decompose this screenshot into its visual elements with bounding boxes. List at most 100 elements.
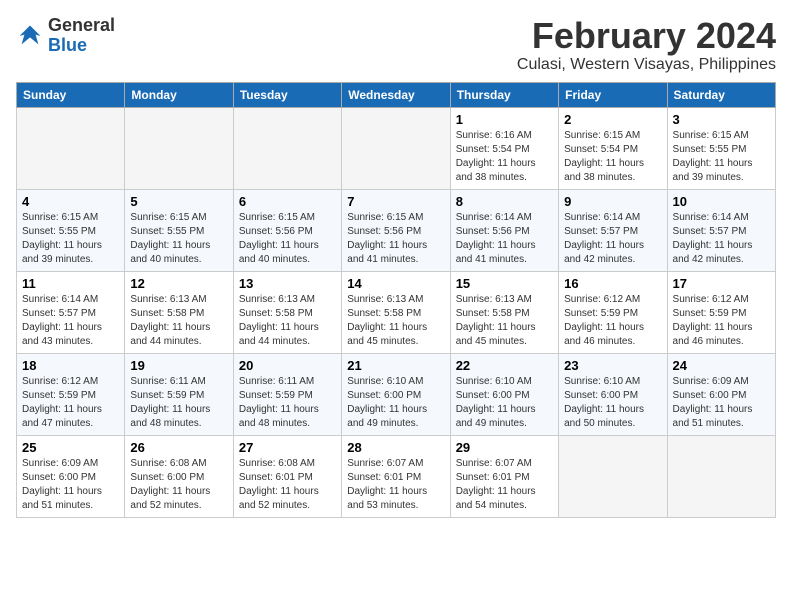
calendar-cell: 18 Sunrise: 6:12 AMSunset: 5:59 PMDayligh…: [17, 353, 125, 435]
calendar-cell: 1 Sunrise: 6:16 AMSunset: 5:54 PMDaylight…: [450, 107, 558, 189]
calendar-cell: 19 Sunrise: 6:11 AMSunset: 5:59 PMDayligh…: [125, 353, 233, 435]
day-info: Sunrise: 6:15 AMSunset: 5:56 PMDaylight:…: [347, 211, 444, 267]
day-info: Sunrise: 6:13 AMSunset: 5:58 PMDaylight:…: [347, 293, 444, 349]
calendar-cell: 20Sunrise: 6:11 AMSunset: 5:59 PMDayligh…: [233, 353, 341, 435]
weekday-header-thursday: Thursday: [450, 82, 558, 107]
day-info: Sunrise: 6:15 AMSunset: 5:56 PMDaylight:…: [239, 211, 336, 267]
weekday-header-sunday: Sunday: [17, 82, 125, 107]
calendar-cell: 14 Sunrise: 6:13 AMSunset: 5:58 PMDayligh…: [342, 271, 450, 353]
day-info: Sunrise: 6:15 AMSunset: 5:55 PMDaylight:…: [130, 211, 227, 267]
calendar-cell: 22 Sunrise: 6:10 AMSunset: 6:00 PMDayligh…: [450, 353, 558, 435]
calendar-cell: 8Sunrise: 6:14 AMSunset: 5:56 PMDaylight…: [450, 189, 558, 271]
calendar-week-5: 25 Sunrise: 6:09 AMSunset: 6:00 PMDayligh…: [17, 435, 776, 517]
day-number: 29: [456, 440, 553, 455]
day-info: Sunrise: 6:13 AMSunset: 5:58 PMDaylight:…: [239, 293, 336, 349]
calendar-cell: 26 Sunrise: 6:08 AMSunset: 6:00 PMDayligh…: [125, 435, 233, 517]
calendar-week-4: 18 Sunrise: 6:12 AMSunset: 5:59 PMDayligh…: [17, 353, 776, 435]
calendar-week-3: 11Sunrise: 6:14 AMSunset: 5:57 PMDayligh…: [17, 271, 776, 353]
calendar-cell: [667, 435, 775, 517]
weekday-header-monday: Monday: [125, 82, 233, 107]
calendar-cell: [125, 107, 233, 189]
calendar-cell: 13 Sunrise: 6:13 AMSunset: 5:58 PMDayligh…: [233, 271, 341, 353]
day-info: Sunrise: 6:10 AMSunset: 6:00 PMDaylight:…: [456, 375, 553, 431]
day-number: 2: [564, 112, 661, 127]
logo-bird-icon: [16, 22, 44, 50]
day-number: 12: [130, 276, 227, 291]
day-number: 11: [22, 276, 119, 291]
weekday-header-friday: Friday: [559, 82, 667, 107]
day-number: 19: [130, 358, 227, 373]
day-info: Sunrise: 6:09 AMSunset: 6:00 PMDaylight:…: [22, 457, 119, 513]
day-info: Sunrise: 6:09 AMSunset: 6:00 PMDaylight:…: [673, 375, 770, 431]
day-number: 26: [130, 440, 227, 455]
calendar-header-row: SundayMondayTuesdayWednesdayThursdayFrid…: [17, 82, 776, 107]
day-info: Sunrise: 6:12 AMSunset: 5:59 PMDaylight:…: [564, 293, 661, 349]
calendar-cell: 25 Sunrise: 6:09 AMSunset: 6:00 PMDayligh…: [17, 435, 125, 517]
day-info: Sunrise: 6:14 AMSunset: 5:57 PMDaylight:…: [673, 211, 770, 267]
calendar-week-2: 4 Sunrise: 6:15 AMSunset: 5:55 PMDaylight…: [17, 189, 776, 271]
day-info: Sunrise: 6:07 AMSunset: 6:01 PMDaylight:…: [347, 457, 444, 513]
day-number: 28: [347, 440, 444, 455]
day-number: 17: [673, 276, 770, 291]
calendar-cell: 23Sunrise: 6:10 AMSunset: 6:00 PMDayligh…: [559, 353, 667, 435]
calendar-cell: 10 Sunrise: 6:14 AMSunset: 5:57 PMDayligh…: [667, 189, 775, 271]
logo: General Blue: [16, 16, 115, 56]
day-info: Sunrise: 6:13 AMSunset: 5:58 PMDaylight:…: [456, 293, 553, 349]
day-number: 1: [456, 112, 553, 127]
calendar-cell: 29 Sunrise: 6:07 AMSunset: 6:01 PMDayligh…: [450, 435, 558, 517]
day-number: 3: [673, 112, 770, 127]
calendar-cell: [559, 435, 667, 517]
logo-general: General: [48, 15, 115, 35]
calendar-cell: 7Sunrise: 6:15 AMSunset: 5:56 PMDaylight…: [342, 189, 450, 271]
day-info: Sunrise: 6:15 AMSunset: 5:54 PMDaylight:…: [564, 129, 661, 185]
calendar-cell: [233, 107, 341, 189]
calendar-cell: 16 Sunrise: 6:12 AMSunset: 5:59 PMDayligh…: [559, 271, 667, 353]
calendar-cell: 21Sunrise: 6:10 AMSunset: 6:00 PMDayligh…: [342, 353, 450, 435]
day-info: Sunrise: 6:11 AMSunset: 5:59 PMDaylight:…: [130, 375, 227, 431]
day-number: 15: [456, 276, 553, 291]
calendar-cell: 27 Sunrise: 6:08 AMSunset: 6:01 PMDayligh…: [233, 435, 341, 517]
day-number: 27: [239, 440, 336, 455]
calendar-cell: 28 Sunrise: 6:07 AMSunset: 6:01 PMDayligh…: [342, 435, 450, 517]
day-number: 14: [347, 276, 444, 291]
day-info: Sunrise: 6:11 AMSunset: 5:59 PMDaylight:…: [239, 375, 336, 431]
page-header: General Blue February 2024 Culasi, Weste…: [16, 16, 776, 74]
day-number: 18: [22, 358, 119, 373]
day-number: 22: [456, 358, 553, 373]
day-info: Sunrise: 6:16 AMSunset: 5:54 PMDaylight:…: [456, 129, 553, 185]
location-subtitle: Culasi, Western Visayas, Philippines: [517, 56, 776, 74]
logo-text: General Blue: [48, 16, 115, 56]
calendar-cell: [342, 107, 450, 189]
day-number: 16: [564, 276, 661, 291]
calendar-cell: 12Sunrise: 6:13 AMSunset: 5:58 PMDayligh…: [125, 271, 233, 353]
day-info: Sunrise: 6:15 AMSunset: 5:55 PMDaylight:…: [22, 211, 119, 267]
day-number: 9: [564, 194, 661, 209]
weekday-header-saturday: Saturday: [667, 82, 775, 107]
calendar-cell: 24Sunrise: 6:09 AMSunset: 6:00 PMDayligh…: [667, 353, 775, 435]
day-info: Sunrise: 6:12 AMSunset: 5:59 PMDaylight:…: [22, 375, 119, 431]
logo-blue: Blue: [48, 35, 87, 55]
day-info: Sunrise: 6:08 AMSunset: 6:00 PMDaylight:…: [130, 457, 227, 513]
weekday-header-tuesday: Tuesday: [233, 82, 341, 107]
day-number: 13: [239, 276, 336, 291]
day-info: Sunrise: 6:07 AMSunset: 6:01 PMDaylight:…: [456, 457, 553, 513]
calendar-week-1: 1 Sunrise: 6:16 AMSunset: 5:54 PMDaylight…: [17, 107, 776, 189]
calendar-cell: 6 Sunrise: 6:15 AMSunset: 5:56 PMDaylight…: [233, 189, 341, 271]
day-info: Sunrise: 6:08 AMSunset: 6:01 PMDaylight:…: [239, 457, 336, 513]
day-number: 6: [239, 194, 336, 209]
calendar-cell: 17 Sunrise: 6:12 AMSunset: 5:59 PMDayligh…: [667, 271, 775, 353]
day-number: 4: [22, 194, 119, 209]
calendar-cell: 9 Sunrise: 6:14 AMSunset: 5:57 PMDaylight…: [559, 189, 667, 271]
day-info: Sunrise: 6:10 AMSunset: 6:00 PMDaylight:…: [564, 375, 661, 431]
day-number: 10: [673, 194, 770, 209]
month-year-title: February 2024: [517, 16, 776, 56]
day-info: Sunrise: 6:10 AMSunset: 6:00 PMDaylight:…: [347, 375, 444, 431]
day-number: 8: [456, 194, 553, 209]
day-number: 25: [22, 440, 119, 455]
day-number: 5: [130, 194, 227, 209]
day-info: Sunrise: 6:14 AMSunset: 5:57 PMDaylight:…: [564, 211, 661, 267]
day-info: Sunrise: 6:12 AMSunset: 5:59 PMDaylight:…: [673, 293, 770, 349]
calendar-cell: 3Sunrise: 6:15 AMSunset: 5:55 PMDaylight…: [667, 107, 775, 189]
calendar-table: SundayMondayTuesdayWednesdayThursdayFrid…: [16, 82, 776, 518]
calendar-cell: 4 Sunrise: 6:15 AMSunset: 5:55 PMDaylight…: [17, 189, 125, 271]
